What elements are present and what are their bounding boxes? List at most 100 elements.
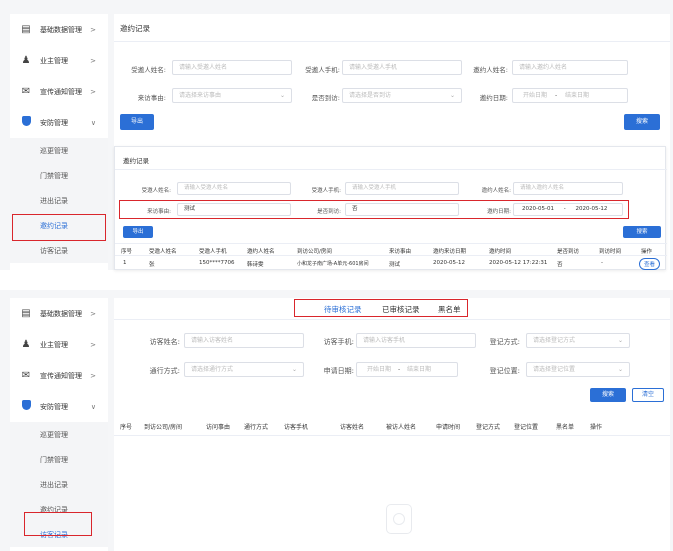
cell-company-room: 小和龙子南广场-A单元-601房间 — [297, 261, 369, 267]
table-row: 1 张 150****7706 韩诗雯 小和龙子南广场-A单元-601房间 测试… — [115, 257, 667, 270]
col-index: 序号 — [120, 424, 133, 431]
col-arrive-time: 到访时间 — [599, 249, 622, 255]
cell-visitor-phone: 150****7706 — [199, 260, 235, 266]
search-button[interactable]: 搜索 — [590, 388, 626, 402]
highlight-invite-menu — [12, 214, 106, 241]
chevron-down-icon: ⌄ — [617, 366, 623, 373]
inner-export-button[interactable]: 导出 — [123, 226, 153, 238]
sidebar-sub-visitor[interactable]: 访客记录 — [10, 238, 108, 263]
visitor-phone-input[interactable]: 请输入访客手机 — [356, 333, 476, 348]
col-company-room: 到访公司/房间 — [297, 249, 332, 255]
sidebar-item-security[interactable]: 安防管理 ∨ — [10, 107, 108, 138]
sidebar-sub-patrol[interactable]: 巡更管理 — [10, 138, 108, 163]
sidebar-item-label: 宣传通知管理 — [40, 371, 82, 380]
col-visit-date: 邀约来访日期 — [433, 249, 467, 255]
chevron-right-icon: > — [90, 25, 96, 34]
inner-visitor-phone-input[interactable]: 请输入受邀人手机 — [345, 182, 459, 195]
reg-location-select[interactable]: 请选择登记位置 ⌄ — [526, 362, 630, 377]
col-arrived: 是否到访 — [557, 249, 580, 255]
cell-invite-time: 2020-05-12 17:22:31 — [489, 260, 548, 266]
reason-placeholder: 请选择来访事由 — [179, 92, 222, 99]
sidebar-sub-patrol[interactable]: 巡更管理 — [10, 422, 108, 447]
inviter-name-label: 邀约人姓名: — [473, 66, 508, 74]
highlight-tabs — [294, 299, 468, 317]
cell-visit-date: 2020-05-12 — [433, 260, 465, 266]
inviter-name-input[interactable]: 请输入邀约人姓名 — [512, 60, 628, 75]
sidebar-item-owner[interactable]: ♟ 业主管理 > — [10, 45, 108, 76]
arrived-select[interactable]: 请选择是否到访 ⌄ — [342, 88, 462, 103]
document-icon: ▤ — [21, 308, 31, 319]
sidebar-sub-access[interactable]: 门禁管理 — [10, 447, 108, 472]
shield-icon — [20, 400, 32, 413]
col-action: 操作 — [641, 249, 653, 255]
reason-select[interactable]: 请选择来访事由 ⌄ — [172, 88, 292, 103]
sidebar-item-label: 业主管理 — [40, 56, 68, 65]
sidebar-item-label: 基础数据管理 — [40, 25, 82, 34]
page-title: 邀约记录 — [120, 24, 150, 33]
sidebar-item-basic-data[interactable]: ▤ 基础数据管理 > — [10, 298, 108, 329]
export-button[interactable]: 导出 — [120, 114, 154, 130]
sidebar-sub-inout[interactable]: 进出记录 — [10, 472, 108, 497]
cell-reason: 测试 — [389, 262, 401, 268]
col-action: 操作 — [590, 424, 603, 431]
inner-search-button[interactable]: 搜索 — [623, 226, 661, 238]
col-visitor-phone: 受邀人手机 — [199, 249, 227, 255]
inner-inviter-name-label: 邀约人姓名: — [481, 188, 511, 194]
inner-visitor-name-input[interactable]: 请输入受邀人姓名 — [177, 182, 291, 195]
col-reason: 访问事由 — [206, 424, 231, 431]
date-end: 结束日期 — [407, 366, 432, 373]
empty-data-icon — [386, 504, 412, 534]
inner-visitor-phone-label: 受邀人手机: — [311, 188, 341, 194]
sidebar-sub-inout[interactable]: 进出记录 — [10, 188, 108, 213]
sidebar-item-security[interactable]: 安防管理 ∨ — [10, 391, 108, 422]
col-reason: 来访事由 — [389, 249, 412, 255]
sidebar-item-owner[interactable]: ♟ 业主管理 > — [10, 329, 108, 360]
sidebar-item-label: 业主管理 — [40, 340, 68, 349]
col-index: 序号 — [121, 249, 133, 255]
divider — [115, 169, 667, 170]
col-reg-location: 登记位置 — [514, 424, 539, 431]
sidebar-item-basic-data[interactable]: ▤ 基础数据管理 > — [10, 14, 108, 45]
pass-method-select[interactable]: 请选择通行方式 ⌄ — [184, 362, 304, 377]
date-range-input[interactable]: 开始日期 - 结束日期 — [512, 88, 628, 103]
chevron-right-icon: > — [90, 371, 96, 380]
visitor-name-input[interactable]: 请输入访客姓名 — [184, 333, 304, 348]
col-host-name: 被访人姓名 — [386, 424, 417, 431]
chevron-down-icon: ⌄ — [617, 337, 623, 344]
inner-inviter-name-input[interactable]: 请输入邀约人姓名 — [513, 182, 623, 195]
table-header: 序号 到访公司/房间 访问事由 通行方式 访客手机 访客姓名 被访人姓名 申请时… — [114, 416, 670, 436]
sidebar-item-label: 安防管理 — [40, 402, 68, 411]
col-inviter-name: 邀约人姓名 — [247, 249, 275, 255]
apply-date-range[interactable]: 开始日期 - 结束日期 — [356, 362, 458, 377]
sidebar-sub-access[interactable]: 门禁管理 — [10, 163, 108, 188]
visitor-phone-label: 受邀人手机: — [305, 66, 340, 74]
col-invite-time: 邀约时间 — [489, 249, 512, 255]
chevron-down-icon: ⌄ — [449, 92, 455, 99]
clear-button[interactable]: 清空 — [632, 388, 664, 402]
inner-title: 邀约记录 — [123, 157, 149, 165]
users-icon: ♟ — [21, 339, 31, 350]
reg-method-label: 登记方式: — [489, 338, 520, 346]
cell-inviter-name: 韩诗雯 — [247, 262, 264, 268]
arrived-placeholder: 请选择是否到访 — [349, 92, 392, 99]
reason-label: 来访事由: — [137, 94, 166, 102]
search-button[interactable]: 搜索 — [624, 114, 660, 130]
shield-icon — [20, 116, 32, 129]
date-separator: - — [554, 92, 558, 99]
chevron-right-icon: > — [90, 87, 96, 96]
reg-method-placeholder: 请选择登记方式 — [533, 337, 576, 344]
speaker-icon: ✉ — [21, 86, 31, 97]
cell-arrived: 否 — [557, 262, 563, 268]
visitor-phone-input[interactable]: 请输入受邀人手机 — [342, 60, 462, 75]
inner-visitor-name-label: 受邀人姓名: — [141, 188, 171, 194]
reg-method-select[interactable]: 请选择登记方式 ⌄ — [526, 333, 630, 348]
visitor-name-input[interactable]: 请输入受邀人姓名 — [172, 60, 292, 75]
sidebar-item-notice[interactable]: ✉ 宣传通知管理 > — [10, 76, 108, 107]
divider — [114, 41, 670, 42]
col-visitor-name: 受邀人姓名 — [149, 249, 177, 255]
inner-table-header: 序号 受邀人姓名 受邀人手机 邀约人姓名 到访公司/房间 来访事由 邀约来访日期… — [115, 243, 667, 256]
date-start: 开始日期 — [523, 92, 548, 99]
view-button[interactable]: 查看 — [639, 258, 661, 270]
date-separator: - — [397, 366, 401, 373]
sidebar-item-notice[interactable]: ✉ 宣传通知管理 > — [10, 360, 108, 391]
